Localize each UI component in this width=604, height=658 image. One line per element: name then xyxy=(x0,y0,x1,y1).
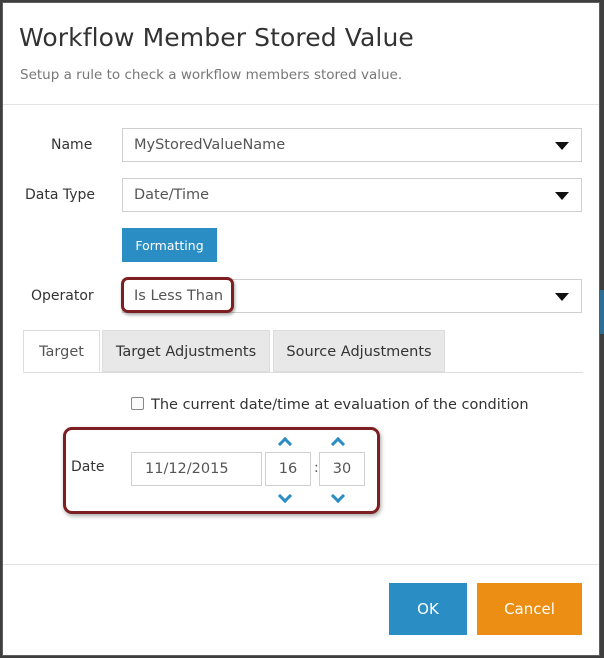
minute-input[interactable]: 30 xyxy=(319,452,365,486)
time-separator: : xyxy=(314,460,319,476)
tab-bar: Target Target Adjustments Source Adjustm… xyxy=(23,330,583,373)
tab-target-adjustments[interactable]: Target Adjustments xyxy=(102,330,270,372)
operator-label: Operator xyxy=(31,288,94,304)
caret-down-icon xyxy=(555,192,569,200)
formatting-button[interactable]: Formatting xyxy=(122,228,217,262)
operator-highlight-annotation xyxy=(121,277,234,313)
current-datetime-option: The current date/time at evaluation of t… xyxy=(131,397,529,413)
hour-input[interactable]: 16 xyxy=(265,452,311,486)
footer-divider xyxy=(3,564,599,565)
current-datetime-checkbox-label: The current date/time at evaluation of t… xyxy=(151,397,529,413)
date-input-value: 11/12/2015 xyxy=(145,461,229,477)
data-type-select-value: Date/Time xyxy=(134,187,210,203)
dialog-header: Workflow Member Stored Value Setup a rul… xyxy=(3,3,599,105)
hour-input-value: 16 xyxy=(278,461,298,477)
dialog-title: Workflow Member Stored Value xyxy=(19,23,414,52)
caret-down-icon xyxy=(555,142,569,150)
date-input[interactable]: 11/12/2015 xyxy=(131,452,262,486)
data-type-label: Data Type xyxy=(25,187,96,203)
minute-input-value: 30 xyxy=(332,461,352,477)
name-label: Name xyxy=(51,137,93,153)
name-select[interactable]: MyStoredValueName xyxy=(122,128,582,162)
caret-down-icon xyxy=(555,293,569,301)
cancel-button[interactable]: Cancel xyxy=(477,583,582,635)
current-datetime-checkbox[interactable] xyxy=(131,397,144,410)
data-type-select[interactable]: Date/Time xyxy=(122,178,582,212)
dialog-subtitle: Setup a rule to check a workflow members… xyxy=(20,67,403,83)
workflow-member-stored-value-dialog: Workflow Member Stored Value Setup a rul… xyxy=(2,2,600,656)
ok-button[interactable]: OK xyxy=(389,583,467,635)
tab-target[interactable]: Target xyxy=(23,330,100,372)
date-label: Date xyxy=(71,459,105,475)
tab-source-adjustments[interactable]: Source Adjustments xyxy=(273,330,445,372)
name-select-value: MyStoredValueName xyxy=(134,137,286,153)
